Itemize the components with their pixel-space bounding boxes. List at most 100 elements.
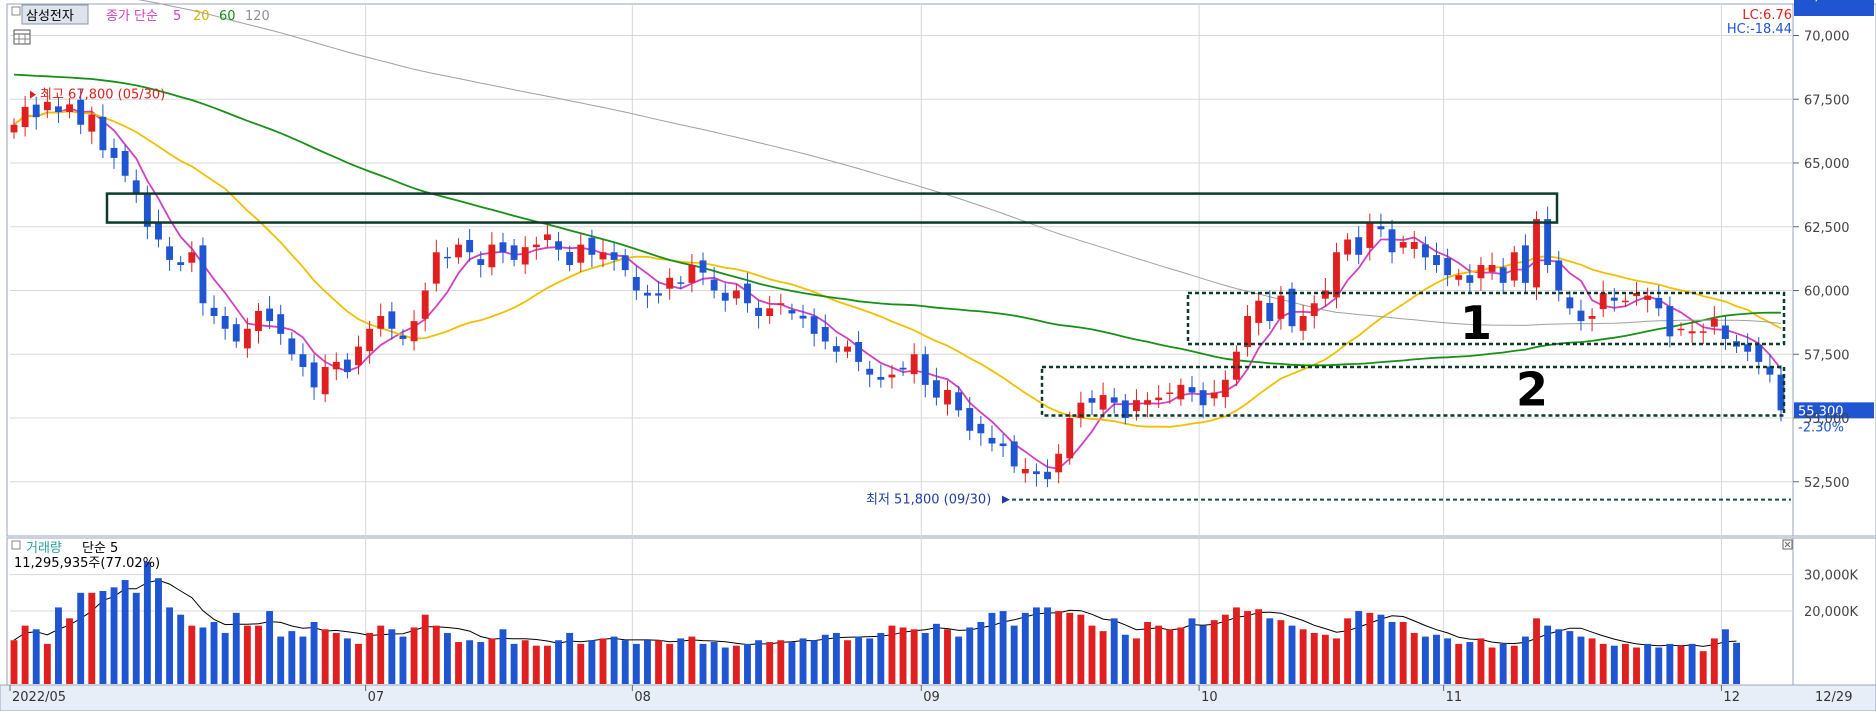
volume-bar: [155, 578, 162, 684]
candle-body: [21, 106, 29, 128]
volume-bar: [821, 634, 829, 684]
candle-body: [388, 311, 396, 329]
candle-body: [232, 324, 240, 342]
volume-bar: [477, 642, 485, 684]
candle-body: [466, 240, 474, 253]
candle-body: [1088, 398, 1096, 403]
candle-body: [255, 310, 262, 332]
volume-bar: [988, 612, 996, 684]
range-box-2-label: 2: [1516, 362, 1548, 416]
candle-body: [944, 389, 951, 405]
candle-body: [321, 367, 329, 395]
volume-bar: [944, 629, 951, 684]
volume-bar: [1521, 636, 1529, 684]
volume-bar: [332, 632, 340, 684]
volume-bar: [521, 640, 529, 684]
volume-bar: [1177, 627, 1185, 684]
range-box-1-label: 1: [1460, 296, 1492, 350]
candle-body: [1710, 318, 1718, 327]
candle-body: [1099, 395, 1107, 410]
volume-bar: [1344, 618, 1352, 684]
price-tick-label: 52,500: [1804, 476, 1850, 491]
volume-bar: [66, 618, 74, 684]
price-tick-label: 65,000: [1804, 157, 1850, 172]
candle-body: [1421, 244, 1429, 258]
volume-bar: [232, 612, 240, 684]
volume-bar: [499, 629, 507, 684]
volume-bar: [1388, 622, 1396, 684]
volume-bar: [55, 607, 62, 684]
candle-body: [1555, 260, 1563, 291]
volume-bar: [788, 642, 796, 684]
volume-bar: [1110, 618, 1118, 684]
candle-body: [1244, 316, 1252, 348]
volume-bar: [310, 622, 318, 684]
volume-bar: [1288, 625, 1296, 684]
volume-bar: [1544, 625, 1552, 684]
candle-body: [732, 290, 740, 299]
candle-body: [799, 315, 807, 319]
candle-body: [277, 314, 285, 334]
candle-body: [1377, 226, 1385, 230]
price-tick-label: 60,000: [1804, 285, 1850, 300]
volume-bar: [266, 611, 274, 684]
volume-bar: [1677, 645, 1685, 684]
volume-bar: [1277, 620, 1285, 684]
candle-body: [343, 359, 351, 373]
candle-body: [844, 346, 851, 352]
candle-body: [1510, 252, 1518, 281]
candle-body: [1199, 390, 1207, 406]
volume-bar: [1621, 643, 1629, 684]
candle-body: [177, 262, 185, 265]
volume-bar: [799, 638, 807, 684]
candle-body: [1488, 265, 1496, 272]
candle-body: [555, 241, 562, 250]
volume-bar: [1321, 634, 1329, 684]
candle-body: [710, 279, 718, 291]
panel-toggle-icon[interactable]: [11, 6, 21, 16]
candle-body: [744, 283, 751, 304]
volume-bar: [732, 645, 740, 684]
volume-bar: [1633, 647, 1640, 684]
candle-body: [88, 114, 96, 132]
candle-body: [688, 265, 696, 283]
volume-bar: [1155, 625, 1163, 684]
month-label: 09: [923, 690, 940, 705]
candle-body: [632, 276, 640, 291]
candle-body: [899, 367, 907, 370]
volume-bar: [188, 625, 196, 684]
volume-bar: [710, 642, 718, 684]
candle-body: [1444, 258, 1452, 276]
candle-body: [288, 338, 296, 355]
candle-body: [999, 443, 1007, 447]
volume-bar: [844, 640, 851, 684]
volume-panel-toggle-icon[interactable]: [11, 540, 21, 550]
end-date-label: 12/29: [1815, 690, 1852, 705]
candle-body: [66, 104, 74, 112]
volume-bar: [810, 640, 818, 684]
candle-body: [1321, 290, 1329, 299]
volume-bar: [1399, 622, 1407, 684]
volume-bar: [1010, 625, 1018, 684]
calendar-icon[interactable]: [13, 29, 31, 45]
volume-bar: [1333, 638, 1340, 684]
candle-body: [1688, 331, 1696, 334]
volume-bar: [877, 632, 885, 684]
volume-bar: [410, 627, 418, 684]
volume-bar: [888, 625, 896, 684]
volume-bar: [399, 636, 407, 684]
volume-bar: [588, 640, 596, 684]
candle-body: [1644, 295, 1652, 300]
candle-body: [766, 308, 774, 316]
candle-body: [488, 244, 496, 268]
volume-bar: [1655, 647, 1663, 684]
volume-bar: [1499, 643, 1507, 684]
volume-bar: [166, 607, 174, 684]
candle-body: [755, 307, 763, 316]
candle-body: [432, 252, 440, 284]
price-tick-label: 67,500: [1804, 93, 1850, 108]
volume-bar: [255, 625, 262, 684]
candle-body: [666, 277, 674, 289]
low-price-label: 최저 51,800 (09/30): [866, 493, 991, 508]
volume-bar: [1577, 636, 1585, 684]
